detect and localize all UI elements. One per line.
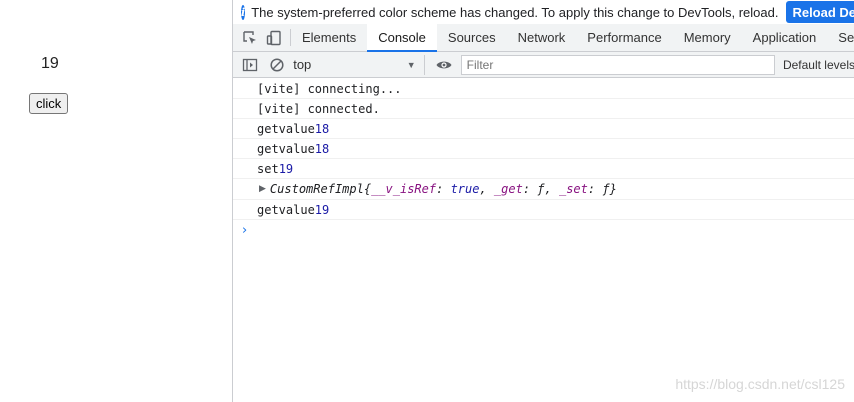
console-object-message[interactable]: ▶ CustomRefImpl {__v_isRef: true, _get: ƒ… <box>233 179 854 200</box>
tab-security[interactable]: Security <box>827 24 854 51</box>
prompt-chevron-icon: › <box>242 222 248 238</box>
console-message: getvalue 18 <box>233 119 854 139</box>
sidebar-toggle-icon[interactable] <box>241 56 258 74</box>
log-number: 18 <box>314 121 330 136</box>
object-key: _set <box>558 182 588 196</box>
tab-elements[interactable]: Elements <box>291 24 367 51</box>
log-text: set <box>257 161 279 176</box>
counter-value: 19 <box>41 55 59 72</box>
tab-label: Console <box>378 30 426 45</box>
tab-label: Network <box>517 30 566 45</box>
object-brace: { <box>363 182 372 196</box>
object-brace: } <box>609 182 617 196</box>
reload-devtools-button[interactable]: Reload DevTools <box>786 1 854 23</box>
infobar: i The system-preferred color scheme has … <box>233 0 854 24</box>
tab-memory[interactable]: Memory <box>673 24 742 51</box>
log-text: getvalue <box>257 141 315 156</box>
object-key: __v_isRef <box>371 182 437 196</box>
tab-label: Elements <box>302 30 357 45</box>
log-text: [vite] connected. <box>257 101 380 116</box>
tab-label: Sources <box>447 30 496 45</box>
object-value: ƒ <box>602 182 610 196</box>
click-button[interactable]: click <box>29 93 69 114</box>
console-message: [vite] connected. <box>233 99 854 119</box>
tab-network[interactable]: Network <box>507 24 577 51</box>
app-page: 19 click <box>0 0 232 402</box>
console-message: getvalue 19 <box>233 200 854 220</box>
console-message: set 19 <box>233 159 854 179</box>
tab-console[interactable]: Console <box>367 24 437 52</box>
object-value: ƒ <box>537 182 545 196</box>
inspect-element-icon[interactable] <box>242 30 258 46</box>
tab-label: Security <box>838 30 854 45</box>
infobar-message: The system-preferred color scheme has ch… <box>251 4 779 20</box>
tab-application[interactable]: Application <box>742 24 828 51</box>
log-levels-dropdown[interactable]: Default levels <box>783 58 854 72</box>
tab-bar: Elements Console Sources Network Perform… <box>233 24 854 52</box>
context-value: top <box>293 57 312 72</box>
console-message: getvalue 18 <box>233 139 854 159</box>
log-number: 19 <box>278 161 294 176</box>
dropdown-arrow-icon: ▼ <box>406 59 416 70</box>
log-text: getvalue <box>257 202 315 217</box>
watermark: https://blog.csdn.net/csl125 <box>675 376 845 392</box>
tab-performance[interactable]: Performance <box>576 24 672 51</box>
expand-triangle-icon[interactable]: ▶ <box>259 184 266 194</box>
console-toolbar: top ▼ Default levels <box>233 52 854 78</box>
console-prompt[interactable]: › <box>233 220 854 240</box>
console-output: [vite] connecting... [vite] connected. g… <box>233 79 854 240</box>
log-number: 18 <box>314 141 330 156</box>
device-toolbar-icon[interactable] <box>266 30 282 46</box>
object-value: true <box>450 182 480 196</box>
tab-sources[interactable]: Sources <box>437 24 507 51</box>
tab-label: Application <box>752 30 817 45</box>
log-number: 19 <box>314 202 330 217</box>
object-class: CustomRefImpl <box>269 182 364 196</box>
log-text: [vite] connecting... <box>257 81 402 96</box>
info-icon: i <box>241 4 246 20</box>
console-message: [vite] connecting... <box>233 79 854 99</box>
tab-label: Memory <box>683 30 731 45</box>
context-selector[interactable]: top ▼ <box>293 54 425 75</box>
log-text: getvalue <box>257 121 315 136</box>
devtools-panel: i The system-preferred color scheme has … <box>232 0 854 402</box>
tab-label: Performance <box>587 30 662 45</box>
eye-icon[interactable] <box>435 56 453 74</box>
object-key: _get <box>493 182 523 196</box>
clear-console-icon[interactable] <box>268 56 285 74</box>
tabbar-tools <box>233 29 291 46</box>
filter-input[interactable] <box>460 54 775 75</box>
